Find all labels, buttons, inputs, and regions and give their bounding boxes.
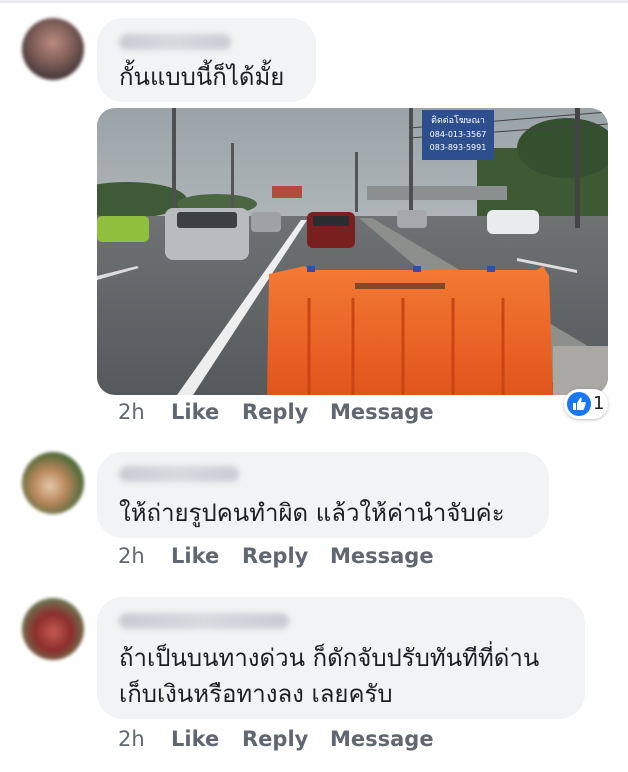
reply-button[interactable]: Reply	[242, 544, 308, 568]
comment-bubble: ให้ถ่ายรูปคนทำผิด แล้วให้ค่านำจับค่ะ	[97, 452, 549, 538]
comment-photo[interactable]: ติดต่อโฆษณา 084-013-3567 083-893-5991	[97, 108, 608, 395]
top-divider	[0, 0, 628, 3]
comment-bubble: ถ้าเป็นบนทางด่วน ก็ดักจับปรับทันทีที่ด่า…	[97, 597, 585, 719]
message-button[interactable]: Message	[330, 400, 434, 424]
timestamp[interactable]: 2h	[118, 727, 145, 751]
like-button[interactable]: Like	[171, 544, 219, 568]
message-button[interactable]: Message	[330, 544, 434, 568]
comment-text: ให้ถ่ายรูปคนทำผิด แล้วให้ค่านำจับค่ะ	[119, 499, 505, 527]
billboard-line-2: 084-013-3567	[430, 130, 487, 139]
author-name-blurred[interactable]	[119, 34, 231, 50]
timestamp[interactable]: 2h	[118, 544, 145, 568]
avatar[interactable]	[22, 598, 84, 660]
comment-bubble: กั้นแบบนี้ก็ได้มั้ย	[97, 18, 316, 102]
author-name-blurred[interactable]	[119, 613, 289, 629]
like-button[interactable]: Like	[171, 400, 219, 424]
reaction-count: 1	[593, 393, 605, 414]
avatar[interactable]	[22, 18, 84, 80]
author-name-blurred[interactable]	[119, 466, 239, 482]
billboard-line-3: 083-893-5991	[430, 143, 487, 152]
timestamp[interactable]: 2h	[118, 400, 145, 424]
comment-text-line-2: เก็บเงินหรือทางลง เลยครับ	[119, 680, 393, 708]
avatar[interactable]	[22, 452, 84, 514]
like-button[interactable]: Like	[171, 727, 219, 751]
reaction-count-badge[interactable]: 1	[564, 389, 608, 419]
reply-button[interactable]: Reply	[242, 400, 308, 424]
billboard-line-1: ติดต่อโฆษณา	[431, 115, 485, 126]
message-button[interactable]: Message	[330, 727, 434, 751]
comment-text-line-1: ถ้าเป็นบนทางด่วน ก็ดักจับปรับทันทีที่ด่า…	[119, 644, 540, 672]
reply-button[interactable]: Reply	[242, 727, 308, 751]
thumbs-up-icon	[567, 392, 591, 416]
comment-text: กั้นแบบนี้ก็ได้มั้ย	[119, 63, 285, 91]
